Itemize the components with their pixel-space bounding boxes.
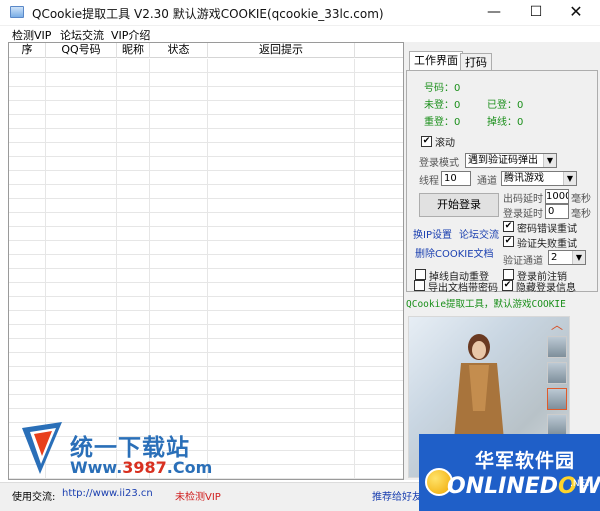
recommend-link[interactable]: 推荐给好友 — [372, 488, 422, 503]
start-login-button[interactable]: 开始登录 — [419, 193, 499, 217]
scroll-up-icon[interactable]: ︿ — [548, 318, 566, 332]
account-list[interactable]: 序 QQ号码 昵称 状态 返回提示 — [8, 42, 404, 480]
scroll-checkbox[interactable]: ✔ — [421, 136, 432, 147]
watermark-title: 统一下载站 — [70, 435, 190, 461]
ad-thumbnail[interactable] — [547, 336, 567, 358]
menu-bar: 检测VIP 论坛交流 VIP介绍 — [0, 26, 600, 42]
grid-divider — [207, 59, 208, 479]
list-header: 序 QQ号码 昵称 状态 返回提示 — [9, 43, 403, 58]
ad-text-line[interactable]: QCookie提取工具，默认游戏COOKIE — [406, 296, 566, 310]
hide-info-checkbox[interactable]: ✔ — [502, 280, 513, 291]
logout-before-login-checkbox[interactable] — [503, 269, 514, 280]
col-message[interactable]: 返回提示 — [208, 43, 355, 58]
exchange-label: 使用交流: — [12, 492, 56, 503]
col-qq[interactable]: QQ号码 — [46, 43, 117, 58]
thread-label: 线程 — [419, 176, 439, 187]
watermark-url: Www.3987.Com — [70, 458, 213, 477]
app-icon — [10, 6, 24, 18]
control-panel: 工作界面 打码 号码：0 未登：0 已登：0 重登：0 掉线：0 ✔ 滚动 登录… — [404, 42, 600, 480]
chevron-down-icon: ▼ — [563, 172, 576, 185]
ad-thumbnail[interactable] — [547, 414, 567, 436]
login-mode-label: 登录模式 — [419, 158, 459, 169]
exchange-url-link[interactable]: http://www.ii23.cn — [62, 488, 153, 499]
chevron-down-icon: ▼ — [572, 251, 585, 264]
ms-unit: 毫秒 — [571, 194, 591, 205]
pwd-retry-label: 密码错误重试 — [517, 224, 577, 235]
logo-cn-text: 华军软件园 — [475, 450, 576, 472]
col-index[interactable]: 序 — [9, 43, 46, 58]
delete-cookie-link[interactable]: 删除COOKIE文档 — [415, 245, 494, 260]
export-password-checkbox[interactable] — [414, 280, 425, 291]
menu-vip-intro[interactable]: VIP介绍 — [111, 27, 150, 43]
col-status[interactable]: 状态 — [150, 43, 208, 58]
channel-label: 通道 — [477, 176, 497, 187]
window-title: QCookie提取工具 V2.30 默认游戏COOKIE(qcookie_33l… — [32, 7, 384, 21]
menu-forum[interactable]: 论坛交流 — [60, 27, 104, 43]
thread-input[interactable]: 10 — [441, 171, 471, 186]
grid-divider — [149, 59, 150, 479]
stat-dropped: 掉线：0 — [487, 117, 524, 128]
login-mode-select[interactable]: 遇到验证码弹出 ▼ — [465, 153, 557, 168]
ad-thumbnail[interactable] — [547, 388, 567, 410]
col-nickname[interactable]: 昵称 — [117, 43, 150, 58]
grid-divider — [45, 59, 46, 479]
ad-thumbnail[interactable] — [547, 362, 567, 384]
tab-strip: 工作界面 打码 — [406, 44, 596, 73]
logo-net-text: .NET — [570, 479, 591, 489]
chevron-down-icon: ▼ — [543, 154, 556, 167]
watermark-logo-icon — [22, 422, 62, 474]
stat-numbers: 号码：0 — [424, 83, 461, 94]
maximize-button[interactable]: ☐ — [516, 0, 556, 26]
close-button[interactable]: ✕ — [556, 0, 596, 26]
grid-divider — [116, 59, 117, 479]
channel-select[interactable]: 腾讯游戏 ▼ — [501, 171, 577, 186]
out-delay-input[interactable]: 1000 — [545, 189, 569, 204]
scroll-label: 滚动 — [435, 138, 455, 149]
verify-retry-checkbox[interactable]: ✔ — [503, 236, 514, 247]
forum-link[interactable]: 论坛交流 — [459, 226, 499, 241]
grid-divider — [354, 59, 355, 479]
verify-retry-label: 验证失败重试 — [517, 239, 577, 250]
login-delay-input[interactable]: 0 — [545, 204, 569, 219]
stat-not-logged: 未登：0 — [424, 100, 461, 111]
stat-logged: 已登：0 — [487, 100, 524, 111]
login-delay-label: 登录延时 — [503, 209, 543, 220]
onlinedown-logo: 华军软件园 ONLINEDOWN .NET — [419, 434, 600, 511]
auto-relogin-checkbox[interactable] — [415, 269, 426, 280]
title-bar: QCookie提取工具 V2.30 默认游戏COOKIE(qcookie_33l… — [0, 0, 600, 26]
verify-channel-label: 验证通道 — [503, 256, 543, 267]
verify-channel-select[interactable]: 2 ▼ — [548, 250, 586, 265]
hide-info-label: 隐藏登录信息 — [516, 283, 576, 294]
stat-relogin: 重登：0 — [424, 117, 461, 128]
ms-unit: 毫秒 — [571, 209, 591, 220]
minimize-button[interactable]: — — [474, 0, 514, 26]
menu-check-vip[interactable]: 检测VIP — [12, 27, 51, 43]
vip-status: 未检测VIP — [175, 492, 221, 503]
export-password-label: 导出文档带密码 — [428, 283, 498, 294]
out-delay-label: 出码延时 — [503, 194, 543, 205]
pwd-retry-checkbox[interactable]: ✔ — [503, 221, 514, 232]
switch-ip-link[interactable]: 换IP设置 — [413, 226, 452, 241]
work-tab-body: 号码：0 未登：0 已登：0 重登：0 掉线：0 ✔ 滚动 登录模式 遇到验证码… — [406, 70, 598, 292]
